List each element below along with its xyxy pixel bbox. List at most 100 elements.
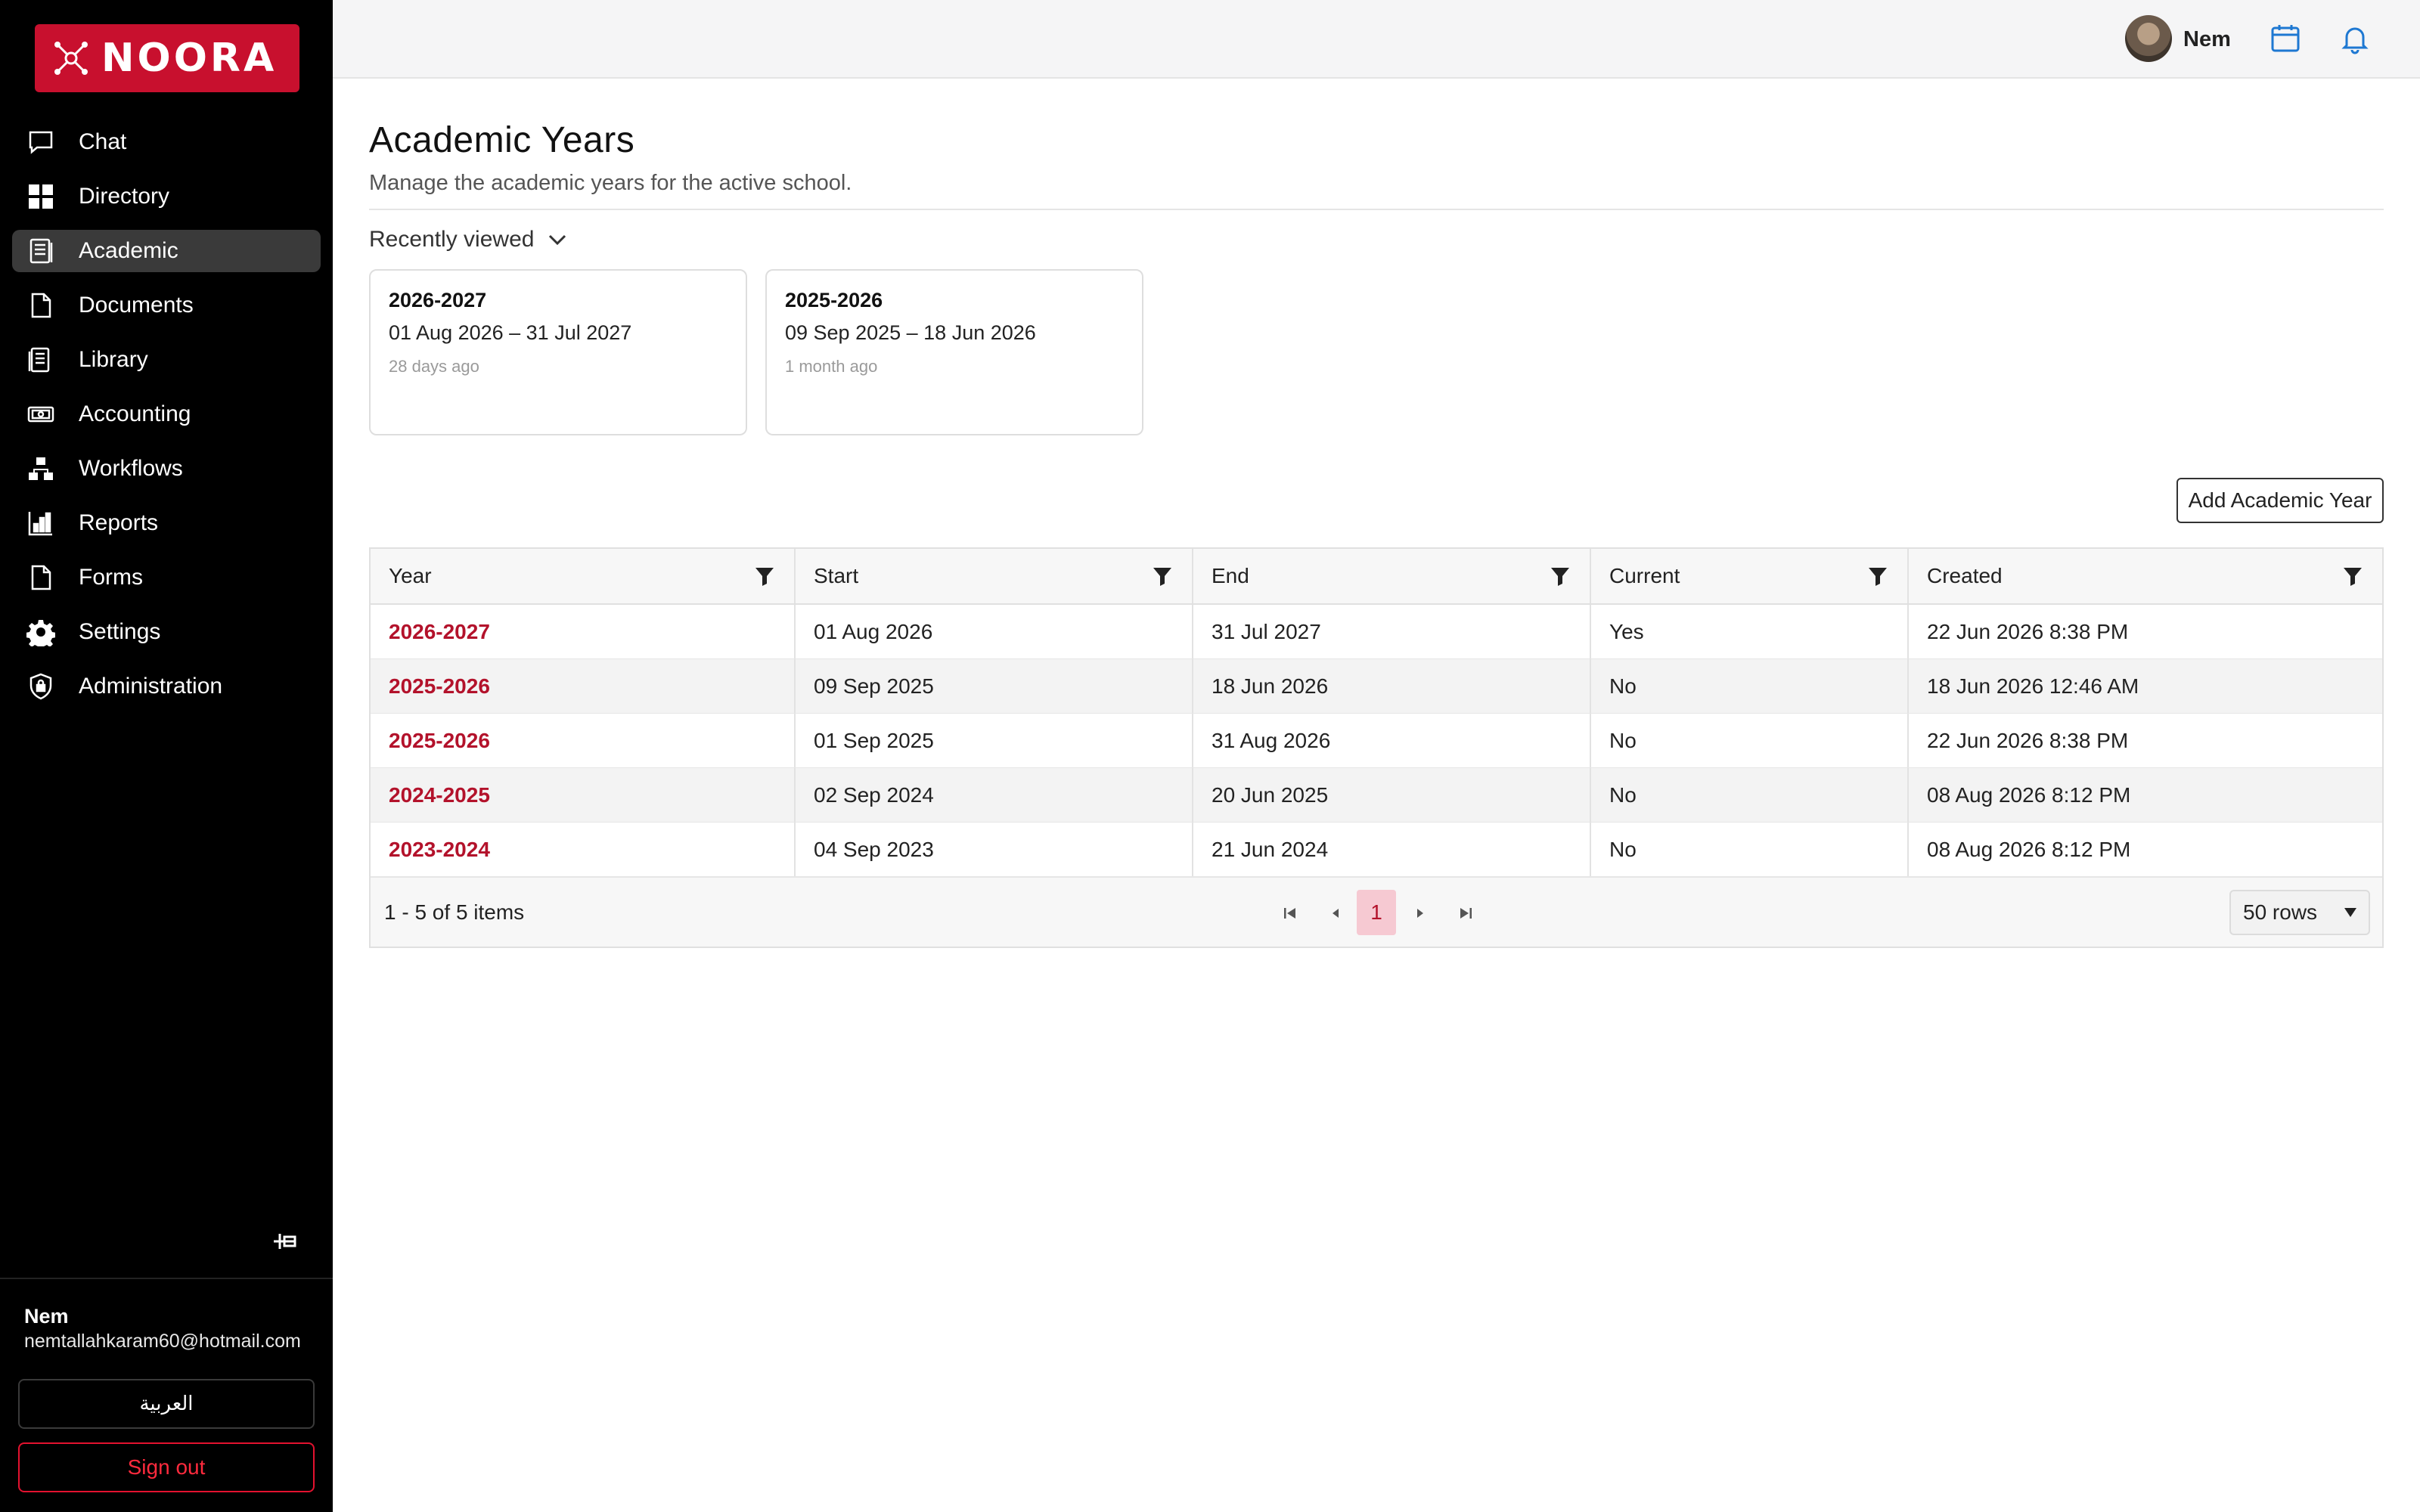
bell-icon[interactable] — [2338, 21, 2372, 56]
cell-end: 18 Jun 2026 — [1193, 659, 1591, 713]
cell-current: No — [1591, 823, 1909, 876]
cell-end: 31 Aug 2026 — [1193, 714, 1591, 767]
sidebar-item-documents[interactable]: Documents — [12, 284, 321, 327]
brand-logo[interactable]: NOORA — [35, 24, 299, 92]
cell-created: 18 Jun 2026 12:46 AM — [1927, 674, 2139, 698]
sidebar-item-administration[interactable]: Administration — [12, 665, 321, 708]
sidebar-item-forms[interactable]: Forms — [12, 556, 321, 599]
workflow-icon — [26, 454, 56, 484]
sidebar-item-label: Library — [79, 347, 148, 372]
table-header-row: Year Start End Current Created — [371, 549, 2382, 605]
table-pager: 1 - 5 of 5 items 1 50 rows — [371, 877, 2382, 947]
cell-start: 04 Sep 2023 — [796, 823, 1193, 876]
cell-start: 01 Sep 2025 — [796, 714, 1193, 767]
shield-icon — [26, 671, 56, 702]
page-title: Academic Years — [369, 120, 635, 160]
sidebar-item-directory[interactable]: Directory — [12, 175, 321, 218]
cell-year: 2023-2024 — [371, 823, 796, 876]
sidebar-divider — [0, 1278, 333, 1279]
calendar-icon[interactable] — [2268, 21, 2303, 56]
year-link[interactable]: 2023-2024 — [389, 838, 490, 862]
cell-start: 01 Aug 2026 — [796, 605, 1193, 658]
column-header-end[interactable]: End — [1193, 549, 1591, 603]
prev-page-icon[interactable] — [1317, 893, 1354, 934]
sidebar-item-chat[interactable]: Chat — [12, 121, 321, 163]
language-toggle-button[interactable]: العربية — [18, 1379, 315, 1429]
sidebar-user-email: nemtallahkaram60@hotmail.com — [24, 1331, 301, 1352]
column-header-created[interactable]: Created — [1909, 549, 2382, 603]
form-icon — [26, 562, 56, 593]
sidebar-item-label: Workflows — [79, 456, 183, 481]
cell-created: 08 Aug 2026 8:12 PM — [1927, 782, 2131, 807]
cell-current: No — [1591, 714, 1909, 767]
title-divider — [369, 209, 2384, 210]
sidebar-item-label: Documents — [79, 293, 194, 318]
cell-end: 21 Jun 2024 — [1193, 823, 1591, 876]
gear-icon — [26, 617, 56, 647]
filter-icon[interactable] — [1549, 565, 1571, 587]
next-page-icon[interactable] — [1402, 893, 1438, 934]
cell-current: No — [1591, 768, 1909, 822]
sign-out-button[interactable]: Sign out — [18, 1442, 315, 1492]
sidebar-item-library[interactable]: Library — [12, 339, 321, 381]
avatar[interactable] — [2125, 15, 2172, 62]
recent-card[interactable]: 2025-2026 09 Sep 2025 – 18 Jun 2026 1 mo… — [765, 269, 1143, 435]
recent-card[interactable]: 2026-2027 01 Aug 2026 – 31 Jul 2027 28 d… — [369, 269, 747, 435]
sidebar-item-label: Academic — [79, 238, 178, 263]
year-link[interactable]: 2024-2025 — [389, 783, 490, 807]
money-icon — [26, 399, 56, 429]
cell-created: 22 Jun 2026 8:38 PM — [1927, 728, 2129, 752]
recent-card-range: 09 Sep 2025 – 18 Jun 2026 — [785, 321, 1036, 344]
academic-years-table: Year Start End Current Created 2026-2027… — [369, 547, 2384, 948]
table-row: 2025-2026 09 Sep 2025 18 Jun 2026 No 18 … — [371, 659, 2382, 714]
sidebar-item-label: Reports — [79, 510, 159, 535]
library-icon — [26, 345, 56, 375]
column-header-label: End — [1212, 564, 1249, 587]
book-icon — [26, 236, 56, 266]
cell-year: 2025-2026 — [371, 659, 796, 713]
rows-per-page-select[interactable]: 50 rows — [2229, 890, 2370, 935]
reports-icon — [26, 508, 56, 538]
page-number-button[interactable]: 1 — [1357, 890, 1396, 935]
rows-per-page-value: 50 rows — [2243, 900, 2318, 924]
sidebar-item-workflows[interactable]: Workflows — [12, 448, 321, 490]
filter-icon[interactable] — [2341, 565, 2364, 587]
filter-icon[interactable] — [1151, 565, 1174, 587]
add-academic-year-button[interactable]: Add Academic Year — [2176, 478, 2384, 523]
cell-start: 09 Sep 2025 — [796, 659, 1193, 713]
cell-year: 2026-2027 — [371, 605, 796, 658]
filter-icon[interactable] — [753, 565, 776, 587]
column-header-current[interactable]: Current — [1591, 549, 1909, 603]
sidebar-item-label: Directory — [79, 184, 170, 209]
noora-logo-icon — [54, 42, 88, 75]
recent-card-title: 2026-2027 — [389, 289, 487, 311]
column-header-year[interactable]: Year — [371, 549, 796, 603]
cell-year: 2025-2026 — [371, 714, 796, 767]
sidebar-item-academic[interactable]: Academic — [12, 230, 321, 272]
last-page-icon[interactable] — [1447, 893, 1484, 934]
cell-end: 20 Jun 2025 — [1193, 768, 1591, 822]
column-header-label: Current — [1609, 564, 1680, 587]
filter-icon[interactable] — [1866, 565, 1889, 587]
column-header-start[interactable]: Start — [796, 549, 1193, 603]
pin-sidebar-icon[interactable] — [269, 1228, 299, 1255]
sidebar-nav: Chat Directory Academic Documents Librar… — [12, 121, 321, 720]
sidebar-item-reports[interactable]: Reports — [12, 502, 321, 544]
column-header-label: Start — [814, 564, 859, 587]
sidebar-item-label: Accounting — [79, 401, 191, 426]
cell-created: 22 Jun 2026 8:38 PM — [1927, 619, 2129, 643]
year-link[interactable]: 2025-2026 — [389, 729, 490, 753]
sidebar: NOORA Chat Directory Academic Documents — [0, 0, 333, 1512]
recently-viewed-toggle[interactable]: Recently viewed — [369, 227, 569, 253]
cell-end: 31 Jul 2027 — [1193, 605, 1591, 658]
sidebar-item-accounting[interactable]: Accounting — [12, 393, 321, 435]
year-link[interactable]: 2025-2026 — [389, 674, 490, 699]
chevron-down-icon — [549, 234, 566, 246]
cell-year: 2024-2025 — [371, 768, 796, 822]
sidebar-item-settings[interactable]: Settings — [12, 611, 321, 653]
first-page-icon[interactable] — [1272, 893, 1308, 934]
sidebar-user-name: Nem — [24, 1305, 69, 1328]
top-user-name[interactable]: Nem — [2183, 27, 2231, 52]
year-link[interactable]: 2026-2027 — [389, 620, 490, 644]
recent-card-ago: 1 month ago — [785, 357, 878, 376]
